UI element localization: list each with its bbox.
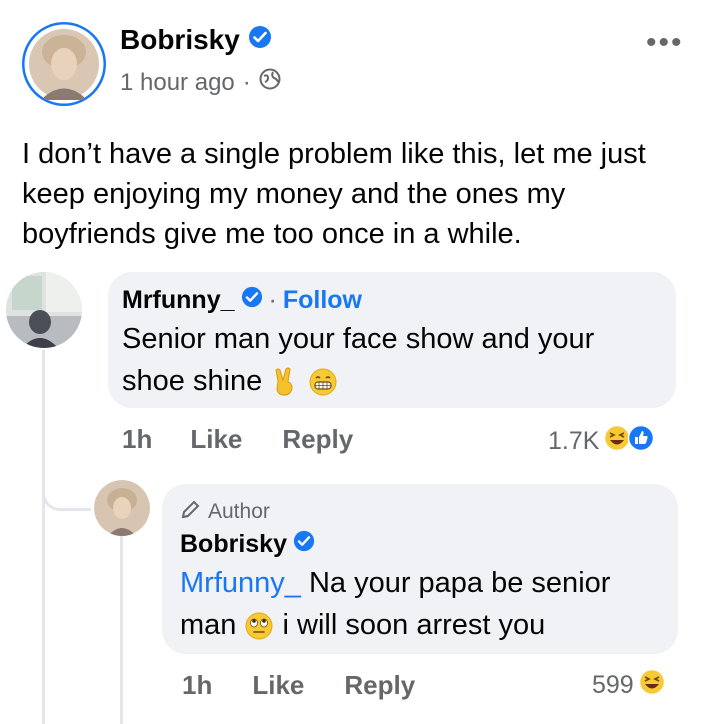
comment-text: Senior man your face show and your shoe … [122, 323, 595, 397]
verified-badge-icon [293, 530, 315, 559]
reply-time[interactable]: 1h [182, 670, 212, 701]
post-author-name[interactable]: Bobrisky [120, 24, 240, 56]
comment-author-name[interactable]: Mrfunny_ [122, 286, 235, 315]
reply-actions: 1h Like Reply [182, 670, 415, 701]
post-author-avatar[interactable] [22, 22, 106, 106]
commenter-avatar[interactable] [6, 272, 82, 348]
reply-bubble: Author Bobrisky Mrfunny_ Na your papa be… [162, 484, 678, 654]
reply-button[interactable]: Reply [282, 424, 353, 455]
meta-separator: · [242, 68, 251, 96]
post-meta: 1 hour ago · [120, 68, 281, 97]
comment-actions: 1h Like Reply [122, 424, 353, 455]
reply-author: Bobrisky [180, 530, 315, 559]
rolling-eyes-emoji-icon [244, 609, 282, 641]
comment-text-block: Senior man your face show and your shoe … [122, 318, 662, 402]
reply-like-button[interactable]: Like [252, 670, 304, 701]
reply-reactions[interactable]: 599 [592, 668, 666, 703]
haha-reaction-icon [638, 668, 666, 703]
globe-icon [259, 68, 281, 97]
reply-text-part2: i will soon arrest you [282, 609, 546, 641]
victory-hand-emoji-icon [270, 365, 308, 397]
pencil-icon [180, 498, 202, 526]
reaction-count: 599 [592, 671, 634, 699]
post-author[interactable]: Bobrisky [120, 24, 272, 56]
thread-connector [42, 470, 91, 511]
comment-reactions[interactable]: 1.7K [548, 424, 655, 459]
like-button[interactable]: Like [190, 424, 242, 455]
grinning-face-emoji-icon [308, 365, 338, 397]
mention-link[interactable]: Mrfunny_ [180, 567, 301, 599]
reply-text-block: Mrfunny_ Na your papa be senior man i wi… [180, 562, 670, 646]
comment-bubble: Mrfunny_ · Follow Senior man your face s… [108, 272, 676, 408]
reply-reply-button[interactable]: Reply [344, 670, 415, 701]
follow-button[interactable]: Follow [283, 286, 362, 315]
verified-badge-icon [248, 24, 272, 56]
reply-author-avatar[interactable] [94, 480, 150, 536]
post-time[interactable]: 1 hour ago [120, 69, 235, 97]
reply-author-name[interactable]: Bobrisky [180, 530, 287, 559]
more-options-icon[interactable]: ••• [646, 26, 684, 60]
thread-line [42, 350, 45, 724]
comment-time[interactable]: 1h [122, 424, 152, 455]
follow-separator: · [268, 286, 277, 314]
author-badge-label: Author [208, 500, 270, 523]
reply-thread-line [120, 535, 123, 724]
author-badge: Author [180, 498, 270, 526]
reaction-count: 1.7K [548, 427, 600, 455]
comment-author: Mrfunny_ · Follow [122, 286, 362, 315]
post-text: I don’t have a single problem like this,… [22, 138, 646, 250]
verified-badge-icon [241, 286, 263, 315]
like-reaction-icon [627, 424, 655, 459]
